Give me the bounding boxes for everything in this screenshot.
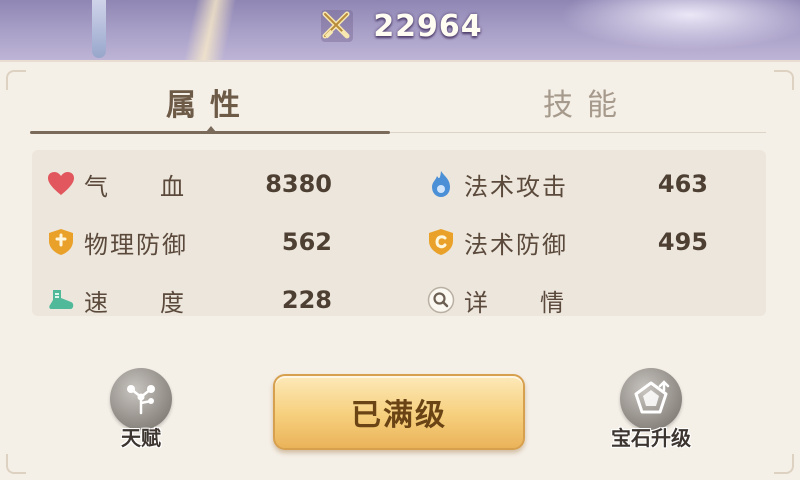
stat-label: 法术防御 <box>464 230 568 259</box>
stat-value: 8380 <box>265 170 332 198</box>
talent-button[interactable]: 天赋 <box>96 368 186 458</box>
tab-bar: 属性 技能 <box>30 74 766 134</box>
stat-details[interactable]: 详情 <box>426 280 708 320</box>
magnifier-icon[interactable] <box>426 285 456 315</box>
tab-caret <box>206 126 216 132</box>
stat-physical-defense: 物理防御 562 <box>46 222 332 262</box>
talent-tree-icon[interactable] <box>110 368 172 430</box>
combat-power: 22964 <box>0 0 800 52</box>
magic-shield-icon <box>426 227 456 257</box>
power-value: 22964 <box>373 8 483 44</box>
tab-attributes[interactable]: 属性 <box>30 74 390 130</box>
stat-label: 气血 <box>84 172 184 201</box>
stat-magic-defense: 法术防御 495 <box>426 222 708 262</box>
stat-label: 物理防御 <box>84 230 188 259</box>
max-level-button[interactable]: 已满级 <box>273 374 525 450</box>
shield-icon <box>46 227 76 257</box>
stats-grid: 气血 8380 物理防御 562 速度 228 法术攻击 463 法术防御 49… <box>32 150 766 317</box>
stat-value: 228 <box>281 286 332 314</box>
attribute-panel: 属性 技能 气血 8380 物理防御 562 速 度 228 法术攻击 463 … <box>0 60 800 480</box>
gem-icon[interactable] <box>620 368 682 430</box>
tab-divider <box>390 132 766 133</box>
panel-corner <box>6 70 26 90</box>
flame-icon <box>426 169 456 199</box>
talent-label: 天赋 <box>121 426 161 450</box>
stat-label: 法术攻击 <box>464 172 568 201</box>
gem-upgrade-label: 宝石升级 <box>611 426 691 450</box>
stat-hp: 气血 8380 <box>46 164 332 204</box>
stat-label[interactable]: 详情 <box>464 283 564 318</box>
gem-upgrade-button[interactable]: 宝石升级 <box>606 368 696 458</box>
stat-value: 495 <box>657 228 708 256</box>
panel-corner <box>774 70 794 90</box>
stat-value: 463 <box>657 170 708 198</box>
crossed-swords-icon <box>321 10 354 42</box>
stat-value: 562 <box>281 228 332 256</box>
boot-icon <box>46 285 76 315</box>
tab-skills[interactable]: 技能 <box>408 74 766 130</box>
panel-corner <box>774 454 794 474</box>
panel-corner <box>6 454 26 474</box>
stat-speed: 速度 228 <box>46 280 332 320</box>
stat-magic-attack: 法术攻击 463 <box>426 164 708 204</box>
heart-icon <box>46 169 76 199</box>
stat-label: 速度 <box>84 288 184 317</box>
